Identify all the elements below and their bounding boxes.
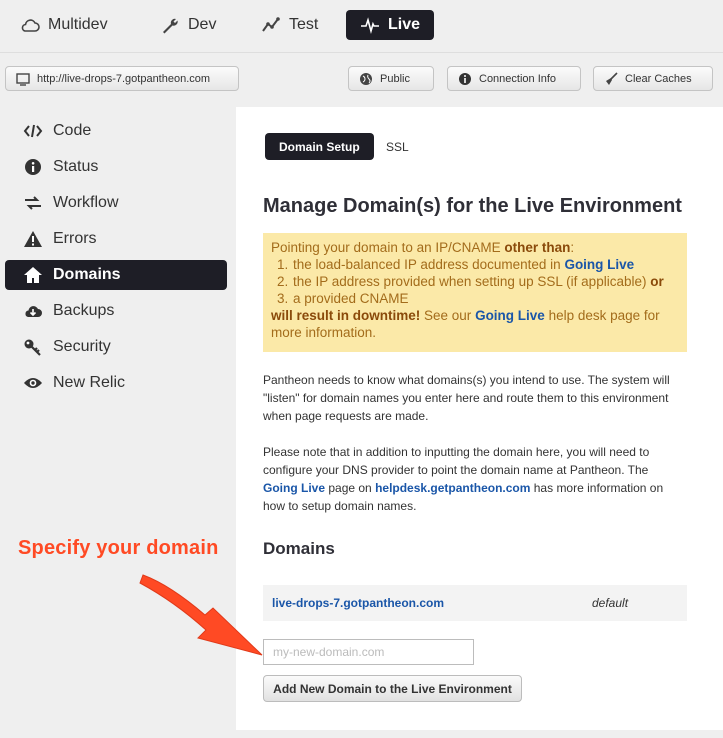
env-tab-dev[interactable]: Dev	[150, 10, 226, 40]
new-domain-input[interactable]	[263, 639, 474, 665]
list-text: a provided CNAME	[293, 291, 409, 306]
sidebar-item-label: New Relic	[53, 374, 126, 391]
eye-icon	[24, 378, 42, 388]
sidebar-item-errors[interactable]: Errors	[5, 224, 227, 254]
warning-list: 1. the load-balanced IP address documente…	[271, 256, 679, 307]
tab-label: Domain Setup	[279, 139, 360, 154]
warning-icon	[24, 231, 42, 247]
connection-info-label: Connection Info	[479, 72, 557, 85]
main-panel: Domain Setup SSL Manage Domain(s) for th…	[236, 107, 723, 730]
sidebar-item-label: Security	[53, 338, 111, 355]
env-tab-test[interactable]: Test	[251, 10, 328, 40]
arrows-icon	[25, 196, 41, 210]
going-live-link[interactable]: Going Live	[263, 481, 325, 495]
sidebar-nav: Code Status Workflow Errors Domains Back…	[5, 116, 227, 404]
table-row: live-drops-7.gotpantheon.com default	[263, 585, 687, 621]
env-tab-live[interactable]: Live	[346, 10, 434, 40]
warning-intro: Pointing your domain to an IP/CNAME othe…	[271, 239, 679, 256]
wrench-icon	[163, 18, 178, 34]
list-num: 3.	[277, 291, 289, 306]
env-tab-label: Test	[289, 16, 319, 33]
environment-tabs: Multidev Dev Test Live	[0, 0, 723, 50]
add-domain-button[interactable]: Add New Domain to the Live Environment	[263, 675, 522, 702]
helpdesk-link[interactable]: helpdesk.getpantheon.com	[375, 481, 530, 495]
warning-intro-end: :	[570, 240, 575, 255]
connection-info-button[interactable]: Connection Info	[447, 66, 581, 91]
downtime-text: will result in downtime!	[271, 308, 421, 323]
sidebar-item-label: Errors	[53, 230, 97, 247]
sidebar-item-label: Code	[53, 122, 92, 139]
sidebar-item-label: Status	[53, 158, 99, 175]
line-chart-icon	[262, 17, 280, 32]
see-our-text: See our	[420, 308, 476, 323]
tab-ssl[interactable]: SSL	[372, 133, 423, 160]
env-tab-multidev[interactable]: Multidev	[10, 10, 118, 40]
cloud-icon	[21, 19, 40, 32]
domain-status: default	[592, 596, 629, 610]
domains-heading: Domains	[263, 539, 335, 558]
list-item: 2. the IP address provided when setting u…	[277, 273, 679, 290]
sidebar-item-security[interactable]: Security	[5, 332, 227, 362]
list-text: the IP address provided when setting up …	[293, 274, 651, 289]
broom-icon	[606, 71, 618, 85]
env-tab-label: Multidev	[48, 16, 108, 33]
tab-domain-setup[interactable]: Domain Setup	[265, 133, 374, 160]
warning-outro: will result in downtime! See our Going L…	[271, 307, 679, 341]
sidebar-item-workflow[interactable]: Workflow	[5, 188, 227, 218]
key-icon	[24, 339, 41, 356]
page-title: Manage Domain(s) for the Live Environmen…	[263, 195, 682, 217]
going-live-link[interactable]: Going Live	[564, 257, 634, 272]
going-live-link[interactable]: Going Live	[475, 308, 545, 323]
info-icon	[25, 159, 41, 175]
list-text: the load-balanced IP address documented …	[293, 257, 565, 272]
sidebar-item-domains[interactable]: Domains	[5, 260, 227, 290]
globe-icon	[360, 72, 372, 85]
dns-text: Please note that in addition to inputtin…	[263, 445, 650, 477]
list-num: 2.	[277, 274, 289, 289]
site-url: http://live-drops-7.gotpantheon.com	[37, 72, 211, 85]
sidebar-item-status[interactable]: Status	[5, 152, 227, 182]
dns-paragraph: Please note that in addition to inputtin…	[263, 443, 683, 515]
list-num: 1.	[277, 257, 289, 272]
list-item: 3. a provided CNAME	[277, 290, 679, 307]
clear-caches-button[interactable]: Clear Caches	[593, 66, 713, 91]
dns-text: page on	[325, 481, 376, 495]
site-url-button[interactable]: http://live-drops-7.gotpantheon.com	[5, 66, 239, 91]
sidebar-item-label: Workflow	[53, 194, 119, 211]
home-icon	[24, 267, 42, 283]
code-icon	[23, 124, 43, 138]
warning-intro-text: Pointing your domain to an IP/CNAME	[271, 240, 505, 255]
header-divider	[0, 52, 723, 53]
cloud-download-icon	[25, 306, 42, 317]
intro-paragraph: Pantheon needs to know what domains(s) y…	[263, 373, 670, 423]
public-label: Public	[380, 72, 410, 85]
clear-caches-label: Clear Caches	[625, 72, 692, 85]
downtime-warning: Pointing your domain to an IP/CNAME othe…	[263, 233, 687, 352]
tab-label: SSL	[386, 139, 409, 154]
sidebar-item-label: Domains	[53, 266, 121, 283]
public-button[interactable]: Public	[348, 66, 434, 91]
list-tail: or	[650, 274, 664, 289]
sidebar-item-code[interactable]: Code	[5, 116, 227, 146]
warning-intro-bold: other than	[504, 240, 571, 255]
sidebar-item-backups[interactable]: Backups	[5, 296, 227, 326]
pulse-icon	[360, 17, 379, 34]
window-icon	[16, 72, 30, 86]
info-icon	[459, 72, 471, 85]
list-item: 1. the load-balanced IP address documente…	[277, 256, 679, 273]
env-tab-label: Live	[387, 16, 420, 33]
annotation-label: Specify your domain	[18, 537, 219, 559]
sidebar-item-label: Backups	[53, 302, 115, 319]
env-tab-label: Dev	[188, 16, 217, 33]
domain-link[interactable]: live-drops-7.gotpantheon.com	[272, 596, 444, 610]
sidebar-item-new-relic[interactable]: New Relic	[5, 368, 227, 398]
